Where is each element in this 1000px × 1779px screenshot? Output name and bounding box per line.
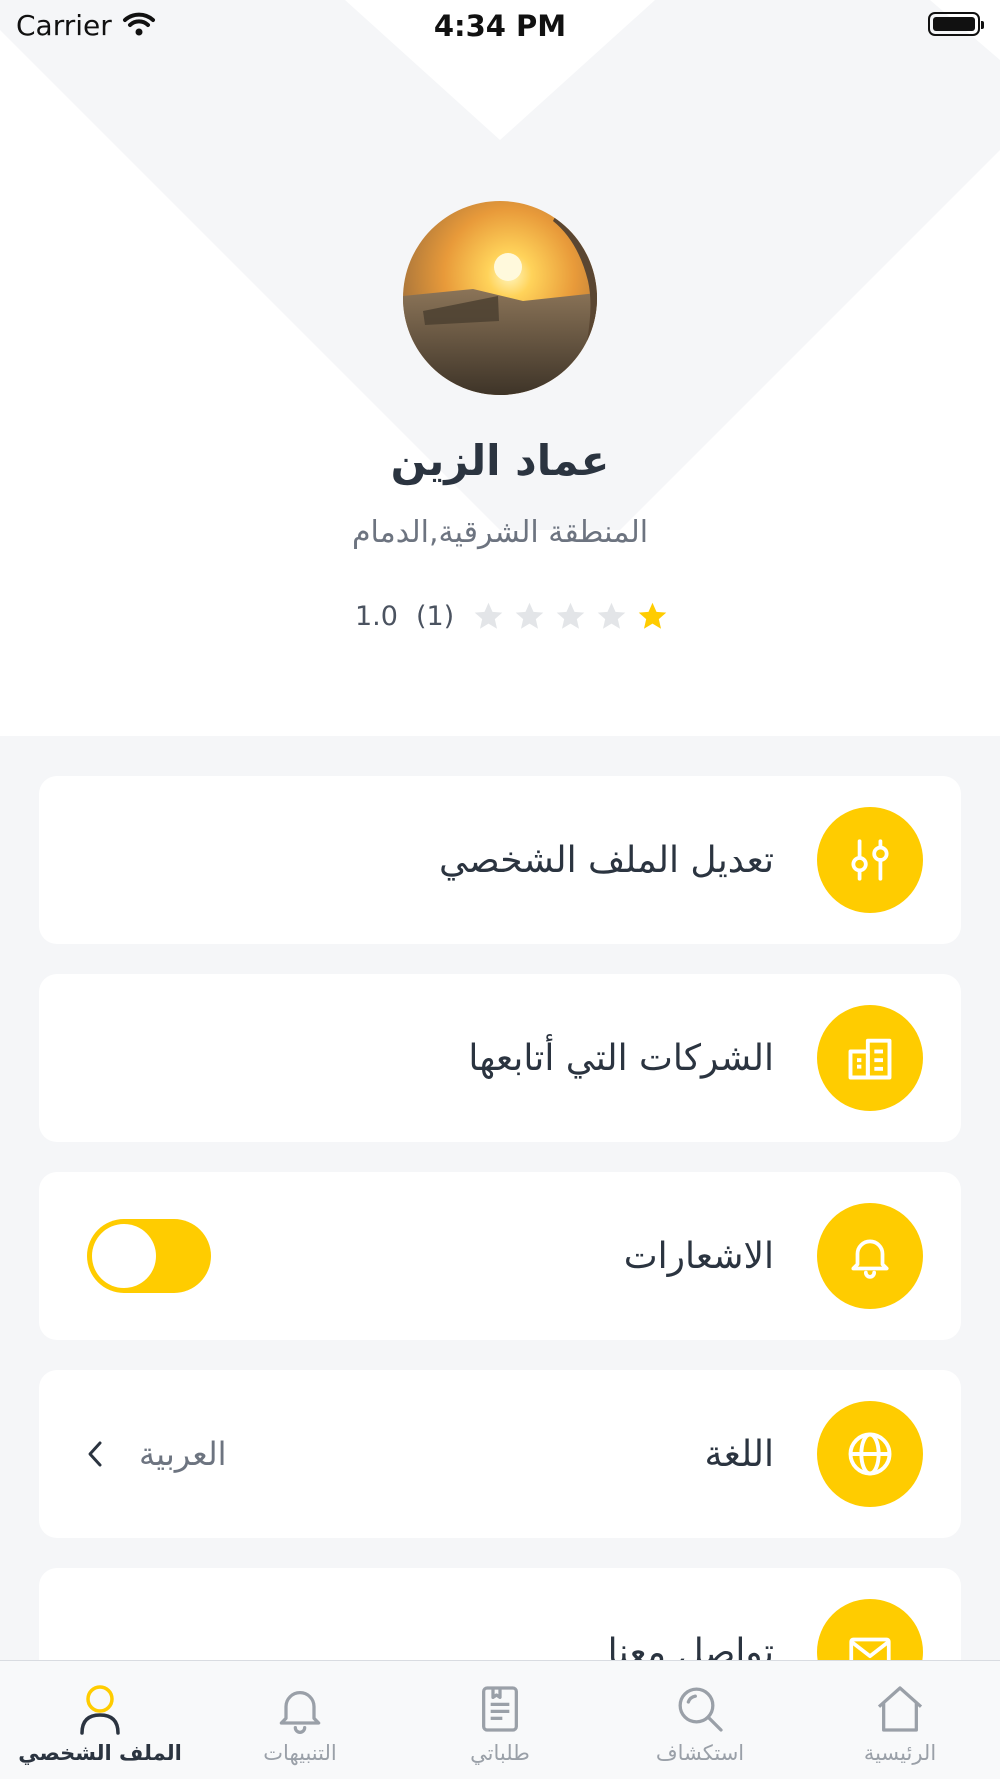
buildings-icon xyxy=(817,1005,923,1111)
followed-companies-label: الشركات التي أتابعها xyxy=(468,1037,774,1079)
rating-stars xyxy=(468,600,673,633)
tab-home[interactable]: الرئيسية xyxy=(800,1661,1000,1779)
star-icon xyxy=(515,602,544,629)
rating-row: 1.0 (1) xyxy=(355,596,673,636)
status-time: 4:34 PM xyxy=(433,9,567,43)
home-icon xyxy=(872,1681,928,1737)
tab-explore[interactable]: استكشاف xyxy=(600,1661,800,1779)
contact-us-label: تواصل معنا xyxy=(607,1631,774,1661)
user-icon xyxy=(72,1681,128,1737)
tab-profile[interactable]: الملف الشخصي xyxy=(0,1661,200,1779)
battery-icon xyxy=(928,12,984,36)
language-value: العربية xyxy=(139,1435,227,1473)
profile-name: عماد الزين xyxy=(390,436,610,485)
star-icon xyxy=(474,602,503,629)
envelope-icon xyxy=(817,1599,923,1660)
edit-profile-row[interactable]: تعديل الملف الشخصي xyxy=(39,776,961,944)
document-icon xyxy=(472,1681,528,1737)
tab-notifications-label: التنبيهات xyxy=(263,1741,337,1765)
profile-menu: تعديل الملف الشخصي الشركات التي أتابعها … xyxy=(0,736,1000,1660)
tab-my-orders-label: طلباتي xyxy=(470,1741,530,1765)
tab-profile-label: الملف الشخصي xyxy=(18,1741,182,1765)
toggle-knob xyxy=(92,1224,156,1288)
bell-icon xyxy=(817,1203,923,1309)
notifications-toggle[interactable] xyxy=(87,1219,211,1293)
tab-notifications[interactable]: التنبيهات xyxy=(200,1661,400,1779)
language-row[interactable]: اللغة العربية xyxy=(39,1370,961,1538)
tab-bar: الملف الشخصي التنبيهات طلباتي استكشاف ال… xyxy=(0,1660,1000,1779)
rating-count: (1) xyxy=(415,600,455,632)
star-icon xyxy=(597,602,626,629)
chevron-left-icon xyxy=(85,1438,105,1474)
bell-icon xyxy=(272,1681,328,1737)
tab-explore-label: استكشاف xyxy=(655,1741,745,1765)
sliders-icon xyxy=(817,807,923,913)
tab-my-orders[interactable]: طلباتي xyxy=(400,1661,600,1779)
notifications-label: الاشعارات xyxy=(623,1235,774,1277)
followed-companies-row[interactable]: الشركات التي أتابعها xyxy=(39,974,961,1142)
star-icon xyxy=(556,602,585,629)
status-bar: Carrier 4:34 PM xyxy=(0,0,1000,50)
globe-icon xyxy=(817,1401,923,1507)
contact-us-row[interactable]: تواصل معنا xyxy=(39,1568,961,1660)
search-icon xyxy=(672,1681,728,1737)
language-label: اللغة xyxy=(704,1433,774,1475)
tab-home-label: الرئيسية xyxy=(863,1741,937,1765)
avatar[interactable] xyxy=(403,201,597,395)
notifications-row: الاشعارات xyxy=(39,1172,961,1340)
rating-value: 1.0 xyxy=(355,600,398,632)
star-icon xyxy=(638,602,667,629)
edit-profile-label: تعديل الملف الشخصي xyxy=(439,839,774,881)
profile-location: المنطقة الشرقية,الدمام xyxy=(351,515,649,550)
